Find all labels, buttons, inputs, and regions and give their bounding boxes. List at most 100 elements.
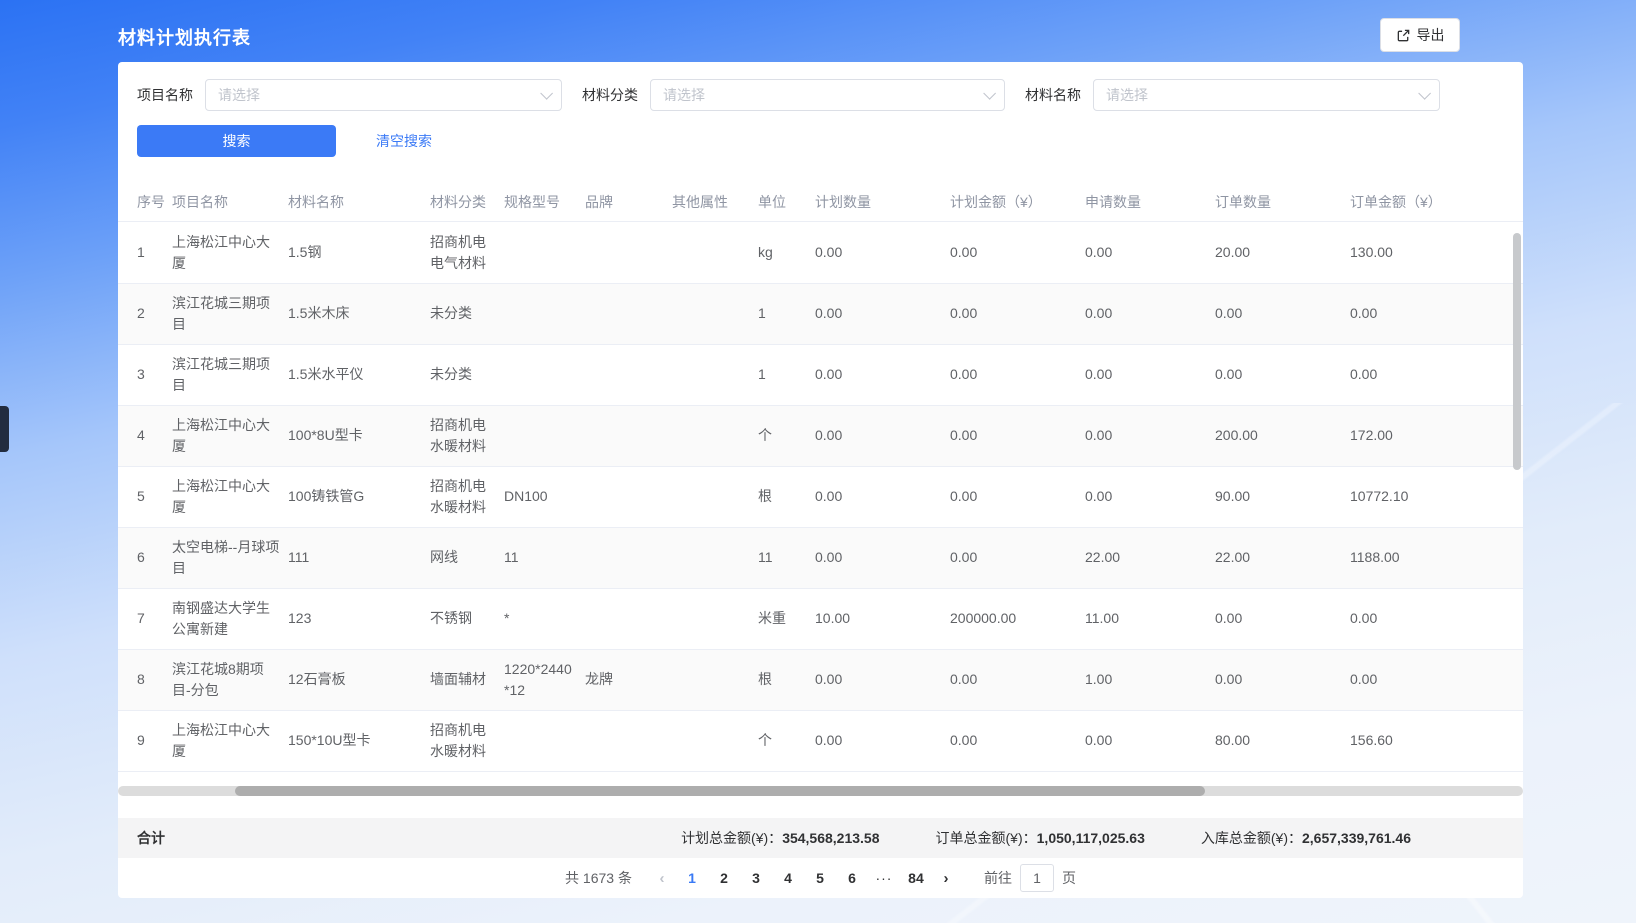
column-header: 材料名称 xyxy=(288,183,430,222)
page-background: 材料计划执行表 导出 项目名称 请选择 xyxy=(0,0,1636,923)
table-cell xyxy=(585,710,672,771)
table-cell xyxy=(504,222,585,283)
summary-item: 计划总金额(¥)：354,568,213.58 xyxy=(681,828,879,848)
table-cell: 0.00 xyxy=(815,649,950,710)
goto-page-group: 前往 页 xyxy=(984,864,1076,892)
goto-page-input[interactable] xyxy=(1020,864,1054,892)
table-row[interactable]: 8滨江花城8期项目-分包12石膏板墙面辅材1220*2440*12龙牌根0.00… xyxy=(118,649,1523,710)
page-number[interactable]: 6 xyxy=(836,870,868,886)
table-cell: 0.00 xyxy=(1350,283,1523,344)
table-body: 1上海松江中心大厦1.5钢招商机电电气材料kg0.000.000.0020.00… xyxy=(118,222,1523,771)
table-body-viewport: 1上海松江中心大厦1.5钢招商机电电气材料kg0.000.000.0020.00… xyxy=(118,222,1523,775)
table-cell: 南钢盛达大学生公寓新建 xyxy=(172,588,288,649)
column-header: 订单数量 xyxy=(1215,183,1350,222)
table-cell: 0.00 xyxy=(1085,283,1215,344)
table-cell: 10.00 xyxy=(815,588,950,649)
table-row[interactable]: 3滨江花城三期项目1.5米水平仪未分类10.000.000.000.000.00 xyxy=(118,344,1523,405)
pagination-bar: 共 1673 条 ‹ 123456···84 › 前往 页 xyxy=(118,858,1523,898)
next-page-button[interactable]: › xyxy=(932,870,960,887)
table-cell: 1 xyxy=(118,222,172,283)
table-cell: 0.00 xyxy=(1085,405,1215,466)
table-cell: 200.00 xyxy=(1215,405,1350,466)
pagination-ellipsis[interactable]: ··· xyxy=(868,870,900,886)
table-row[interactable]: 1上海松江中心大厦1.5钢招商机电电气材料kg0.000.000.0020.00… xyxy=(118,222,1523,283)
table-cell: 80.00 xyxy=(1215,710,1350,771)
summary-items: 计划总金额(¥)：354,568,213.58 订单总金额(¥)：1,050,11… xyxy=(681,828,1411,848)
summary-total-label: 合计 xyxy=(137,828,165,848)
column-header: 申请数量 xyxy=(1085,183,1215,222)
table-cell xyxy=(585,222,672,283)
goto-label: 前往 xyxy=(984,868,1012,888)
table-cell xyxy=(504,344,585,405)
table-row[interactable]: 2滨江花城三期项目1.5米木床未分类10.000.000.000.000.00 xyxy=(118,283,1523,344)
table-cell: 10772.10 xyxy=(1350,466,1523,527)
table-cell: 1.5钢 xyxy=(288,222,430,283)
page-number[interactable]: 3 xyxy=(740,870,772,886)
table-cell: 20.00 xyxy=(1215,222,1350,283)
table-cell xyxy=(504,405,585,466)
table-cell: 未分类 xyxy=(430,344,504,405)
table-cell: 0.00 xyxy=(1215,283,1350,344)
summary-item: 订单总金额(¥)：1,050,117,025.63 xyxy=(936,828,1145,848)
table-cell: 172.00 xyxy=(1350,405,1523,466)
page-number[interactable]: 84 xyxy=(900,870,932,886)
drawer-collapse-handle[interactable] xyxy=(0,406,9,452)
table-cell: 未分类 xyxy=(430,283,504,344)
table-row[interactable]: 6太空电梯--月球项目111网线11110.000.0022.0022.0011… xyxy=(118,527,1523,588)
material-name-label: 材料名称 xyxy=(1025,85,1081,105)
table-cell: 1.5米木床 xyxy=(288,283,430,344)
column-header: 订单金额（¥） xyxy=(1350,183,1523,222)
table-row[interactable]: 9上海松江中心大厦150*10U型卡招商机电水暖材料个0.000.000.008… xyxy=(118,710,1523,771)
table-cell: 1220*2440*12 xyxy=(504,649,585,710)
search-button[interactable]: 搜索 xyxy=(137,125,336,157)
table-cell: 111 xyxy=(288,527,430,588)
table-cell: 0.00 xyxy=(815,710,950,771)
table-row[interactable]: 4上海松江中心大厦100*8U型卡招商机电水暖材料个0.000.000.0020… xyxy=(118,405,1523,466)
table-cell: 墙面辅材 xyxy=(430,649,504,710)
table-cell: 个 xyxy=(758,405,815,466)
table-cell: 不锈钢 xyxy=(430,588,504,649)
vertical-scrollbar-thumb[interactable] xyxy=(1513,233,1521,470)
material-name-select[interactable]: 请选择 xyxy=(1093,79,1440,111)
table-cell xyxy=(672,222,758,283)
table-cell: 7 xyxy=(118,588,172,649)
column-header: 规格型号 xyxy=(504,183,585,222)
export-button[interactable]: 导出 xyxy=(1380,18,1460,52)
table-cell xyxy=(585,588,672,649)
filter-group-project: 项目名称 请选择 xyxy=(137,79,562,111)
page-number[interactable]: 2 xyxy=(708,870,740,886)
table-cell: 22.00 xyxy=(1215,527,1350,588)
table-cell: 0.00 xyxy=(1215,588,1350,649)
page-number[interactable]: 5 xyxy=(804,870,836,886)
filter-section: 项目名称 请选择 材料分类 请选择 材料名称 请选择 xyxy=(118,62,1523,183)
table-header-row: 序号项目名称材料名称材料分类规格型号品牌其他属性单位计划数量计划金额（¥）申请数… xyxy=(118,183,1523,222)
table-cell: 个 xyxy=(758,710,815,771)
table-cell: 12石膏板 xyxy=(288,649,430,710)
chevron-down-icon xyxy=(1418,87,1431,100)
table-cell: 0.00 xyxy=(1215,344,1350,405)
prev-page-button[interactable]: ‹ xyxy=(648,870,676,887)
material-category-select[interactable]: 请选择 xyxy=(650,79,1005,111)
summary-item: 入库总金额(¥)：2,657,339,761.46 xyxy=(1201,828,1411,848)
table-row[interactable]: 7南钢盛达大学生公寓新建123不锈钢*米重10.00200000.0011.00… xyxy=(118,588,1523,649)
horizontal-scrollbar-thumb[interactable] xyxy=(235,786,1205,796)
table-cell: 0.00 xyxy=(815,222,950,283)
table-cell: 米重 xyxy=(758,588,815,649)
chevron-down-icon xyxy=(983,87,996,100)
table-cell: 123 xyxy=(288,588,430,649)
project-name-select[interactable]: 请选择 xyxy=(205,79,562,111)
select-placeholder: 请选择 xyxy=(218,85,260,105)
table-cell: 0.00 xyxy=(950,344,1085,405)
filter-group-material: 材料名称 请选择 xyxy=(1025,79,1440,111)
table-row[interactable]: 5上海松江中心大厦100铸铁管G招商机电水暖材料DN100根0.000.000.… xyxy=(118,466,1523,527)
table-cell: 156.60 xyxy=(1350,710,1523,771)
table-cell: 招商机电水暖材料 xyxy=(430,405,504,466)
table-cell: 100*8U型卡 xyxy=(288,405,430,466)
page-number[interactable]: 1 xyxy=(676,870,708,886)
table-cell: 0.00 xyxy=(1085,222,1215,283)
page-number[interactable]: 4 xyxy=(772,870,804,886)
table-cell: 3 xyxy=(118,344,172,405)
material-category-label: 材料分类 xyxy=(582,85,638,105)
clear-search-link[interactable]: 清空搜索 xyxy=(376,131,432,151)
table-cell: 0.00 xyxy=(1085,710,1215,771)
